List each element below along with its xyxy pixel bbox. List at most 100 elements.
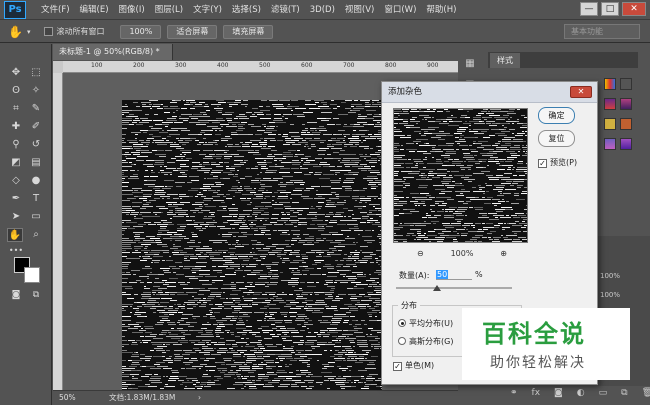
style-swatch[interactable]: [620, 98, 632, 110]
status-zoom[interactable]: 50%: [59, 391, 76, 405]
amount-slider-track[interactable]: [396, 287, 512, 289]
hand-tool-icon[interactable]: ✋: [7, 228, 23, 242]
adjustment-icon[interactable]: ◐: [577, 388, 585, 402]
hand-tool-icon[interactable]: ✋: [8, 25, 23, 39]
ruler-tick: 300: [175, 62, 187, 69]
fill-screen-button[interactable]: 填充屏幕: [223, 24, 274, 39]
ruler-tick: 800: [385, 62, 397, 69]
link-icon[interactable]: ⚭: [510, 388, 518, 402]
ruler-corner: [53, 61, 63, 73]
monochrome-label: 单色(M): [405, 361, 435, 370]
filter-preview[interactable]: [393, 108, 528, 243]
path-selection-tool-icon[interactable]: ➤: [8, 210, 24, 224]
style-swatch[interactable]: [604, 118, 616, 130]
zoom-100-button[interactable]: 100%: [120, 24, 162, 39]
crop-tool-icon[interactable]: ⌗: [8, 102, 24, 116]
fill-value[interactable]: 100%: [600, 291, 620, 299]
fit-screen-button[interactable]: 适合屏幕: [167, 24, 218, 39]
document-canvas[interactable]: [122, 100, 382, 390]
menu-3d[interactable]: 3D(D): [305, 0, 340, 20]
menu-file[interactable]: 文件(F): [36, 0, 75, 20]
lasso-tool-icon[interactable]: ʘ: [8, 84, 24, 98]
workspace-select[interactable]: 基本功能: [564, 24, 640, 39]
dialog-title[interactable]: 添加杂色: [382, 82, 597, 103]
watermark-title: 百科全说: [482, 320, 586, 348]
menu-window[interactable]: 窗口(W): [379, 0, 421, 20]
menu-select[interactable]: 选择(S): [227, 0, 266, 20]
document-tab[interactable]: 未标题-1 @ 50%(RGB/8) *: [53, 44, 173, 60]
style-swatch[interactable]: [604, 98, 616, 110]
eyedropper-tool-icon[interactable]: ✎: [28, 102, 44, 116]
menu-image[interactable]: 图像(I): [114, 0, 150, 20]
zoom-level: 100%: [450, 249, 474, 258]
pen-tool-icon[interactable]: ✒: [8, 192, 24, 206]
options-bar: ✋ ▾ 滚动所有窗口 100% 适合屏幕 填充屏幕 基本功能: [0, 21, 650, 43]
toolbox: ✥ ⬚ ʘ ✧ ⌗ ✎ ✚ ✐ ⚲ ↺ ◩ ▤ ◇ ● ✒ T ➤ ▭ ✋ ⌕ …: [0, 44, 52, 405]
history-brush-tool-icon[interactable]: ↺: [28, 138, 44, 152]
reset-button[interactable]: 复位: [538, 130, 575, 147]
menu-type[interactable]: 文字(Y): [188, 0, 227, 20]
status-arrow-icon[interactable]: ›: [198, 391, 201, 405]
menu-view[interactable]: 视图(V): [340, 0, 379, 20]
style-swatch[interactable]: [620, 138, 632, 150]
ok-button[interactable]: 确定: [538, 107, 575, 124]
rectangle-tool-icon[interactable]: ▭: [28, 210, 44, 224]
blur-tool-icon[interactable]: ◇: [8, 174, 24, 188]
brush-tool-icon[interactable]: ✐: [28, 120, 44, 134]
menu-bar: Ps 文件(F) 编辑(E) 图像(I) 图层(L) 文字(Y) 选择(S) 滤…: [0, 0, 650, 20]
style-swatch[interactable]: [604, 78, 616, 90]
monochrome-check-icon: ✓: [393, 362, 402, 371]
preview-checkbox[interactable]: ✓ 预览(P): [538, 157, 577, 168]
magic-wand-tool-icon[interactable]: ✧: [28, 84, 44, 98]
maximize-button[interactable]: □: [601, 2, 619, 16]
close-button[interactable]: ✕: [622, 2, 646, 16]
folder-icon[interactable]: ▭: [599, 388, 608, 402]
type-tool-icon[interactable]: T: [28, 192, 44, 206]
history-panel-icon[interactable]: ▦: [462, 56, 478, 72]
monochrome-checkbox[interactable]: ✓ 单色(M): [393, 360, 434, 371]
quick-mask-icon[interactable]: ◙: [8, 288, 24, 302]
menu-edit[interactable]: 编辑(E): [75, 0, 114, 20]
style-swatch[interactable]: [620, 78, 632, 90]
edit-toolbar-icon[interactable]: •••: [8, 244, 24, 258]
marquee-tool-icon[interactable]: ⬚: [28, 66, 44, 80]
move-tool-icon[interactable]: ✥: [8, 66, 24, 80]
style-swatch[interactable]: [604, 138, 616, 150]
gradient-tool-icon[interactable]: ▤: [28, 156, 44, 170]
opacity-value[interactable]: 100%: [600, 272, 620, 280]
zoom-out-icon[interactable]: ⊖: [417, 249, 424, 258]
gaussian-radio[interactable]: 高斯分布(G): [398, 336, 453, 347]
dodge-tool-icon[interactable]: ●: [28, 174, 44, 188]
eraser-tool-icon[interactable]: ◩: [8, 156, 24, 170]
mask-icon[interactable]: ◙: [554, 388, 563, 402]
screen-mode-icon[interactable]: ⧉: [28, 288, 44, 302]
scroll-all-label: 滚动所有窗口: [56, 27, 105, 36]
tab-styles[interactable]: 样式: [490, 53, 520, 68]
window-controls: — □ ✕: [580, 2, 646, 16]
preview-check-icon: ✓: [538, 159, 547, 168]
tool-preset-dropdown-icon[interactable]: ▾: [27, 28, 31, 36]
panel-bottom-icons: ⚭ fx ◙ ◐ ▭ ⧉ 🗑: [500, 388, 650, 402]
menu-layer[interactable]: 图层(L): [150, 0, 188, 20]
preview-zoom-controls: ⊖ 100% ⊕: [417, 249, 507, 258]
scroll-all-checkbox[interactable]: [44, 27, 54, 36]
style-swatch[interactable]: [620, 118, 632, 130]
fx-icon[interactable]: fx: [532, 388, 541, 402]
menu-help[interactable]: 帮助(H): [421, 0, 461, 20]
new-layer-icon[interactable]: ⧉: [621, 388, 627, 402]
zoom-tool-icon[interactable]: ⌕: [28, 228, 44, 242]
minimize-button[interactable]: —: [580, 2, 598, 16]
amount-input[interactable]: 50: [436, 269, 472, 280]
amount-unit: %: [475, 270, 483, 279]
uniform-radio[interactable]: 平均分布(U): [398, 318, 453, 329]
ruler-tick: 900: [427, 62, 439, 69]
menu-filter[interactable]: 滤镜(T): [266, 0, 305, 20]
background-color-swatch[interactable]: [24, 267, 40, 283]
zoom-in-icon[interactable]: ⊕: [500, 249, 507, 258]
amount-slider-thumb[interactable]: [432, 285, 441, 291]
dialog-close-button[interactable]: ✕: [570, 86, 592, 98]
healing-brush-tool-icon[interactable]: ✚: [8, 120, 24, 134]
trash-icon[interactable]: 🗑: [642, 388, 650, 402]
menu-list: 文件(F) 编辑(E) 图像(I) 图层(L) 文字(Y) 选择(S) 滤镜(T…: [36, 0, 461, 20]
clone-stamp-tool-icon[interactable]: ⚲: [8, 138, 24, 152]
